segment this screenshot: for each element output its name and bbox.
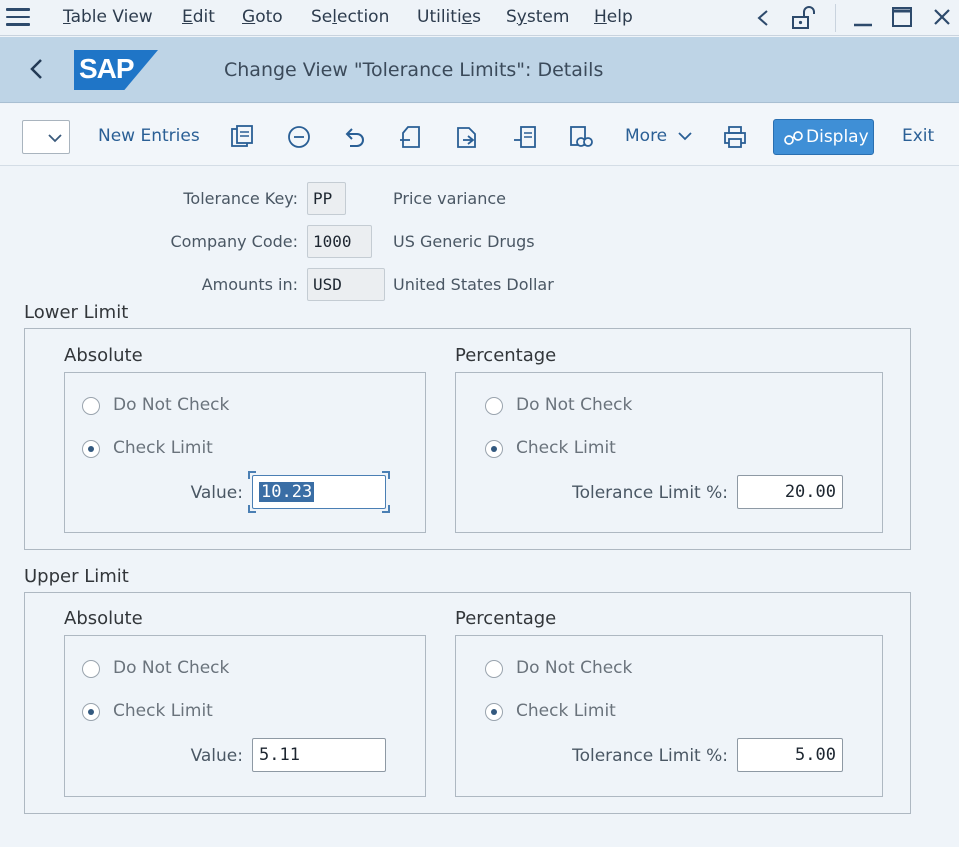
lower-absolute-value-label: Value: [190, 483, 243, 503]
back-icon[interactable] [28, 57, 44, 81]
lower-absolute-value-input[interactable]: 10.23 [252, 475, 386, 509]
lower-percentage-check-limit-label: Check Limit [516, 438, 616, 458]
menu-edit[interactable]: Edit [182, 7, 215, 27]
minimize-icon[interactable] [852, 8, 874, 28]
maximize-icon[interactable] [891, 6, 913, 28]
page-title: Change View "Tolerance Limits": Details [224, 59, 604, 81]
tolerance-key-field: PP [307, 182, 346, 215]
menubar-divider [835, 4, 836, 32]
next-entry-icon[interactable] [454, 124, 480, 150]
focus-indicator [382, 471, 390, 479]
unlock-icon[interactable] [790, 5, 816, 31]
glasses-icon [784, 131, 803, 145]
chevron-down-icon [677, 132, 692, 141]
display-button-label: Display [806, 127, 869, 147]
amounts-in-label: Amounts in: [201, 275, 298, 294]
lower-absolute-check-limit-radio[interactable] [82, 440, 100, 458]
lower-limit-title: Lower Limit [24, 302, 129, 323]
lower-absolute-title: Absolute [64, 345, 143, 366]
new-entries-button[interactable]: New Entries [98, 126, 200, 146]
upper-absolute-do-not-check-label: Do Not Check [113, 658, 230, 678]
currency-field: USD [307, 268, 385, 301]
lower-percentage-value-label: Tolerance Limit %: [572, 483, 728, 503]
company-code-description: US Generic Drugs [393, 232, 535, 251]
where-used-icon[interactable] [567, 124, 593, 150]
upper-percentage-check-limit-label: Check Limit [516, 701, 616, 721]
previous-entry-icon[interactable] [398, 124, 424, 150]
upper-limit-title: Upper Limit [24, 566, 129, 587]
company-code-label: Company Code: [170, 232, 298, 251]
menu-goto[interactable]: Goto [242, 7, 283, 27]
upper-percentage-title: Percentage [455, 608, 557, 629]
upper-absolute-check-limit-radio[interactable] [82, 703, 100, 721]
display-button[interactable]: Display [773, 119, 874, 155]
toolbar: New Entries More Display Exit [0, 104, 959, 166]
lower-percentage-do-not-check-label: Do Not Check [516, 395, 633, 415]
undo-icon[interactable] [342, 124, 368, 150]
menu-bar: Table View Edit Goto Selection Utilities… [0, 0, 959, 36]
print-icon[interactable] [722, 124, 748, 150]
upper-percentage-value-label: Tolerance Limit %: [572, 746, 728, 766]
tolerance-key-description: Price variance [393, 189, 506, 208]
menu-selection[interactable]: Selection [311, 7, 389, 27]
exit-button[interactable]: Exit [902, 126, 934, 146]
menu-table-view[interactable]: Table View [63, 7, 153, 27]
copy-as-icon[interactable] [229, 124, 255, 150]
menu-help[interactable]: Help [594, 7, 633, 27]
lower-absolute-value-text: 10.23 [259, 482, 315, 502]
more-button-label: More [625, 126, 668, 146]
lower-absolute-do-not-check-radio[interactable] [82, 397, 100, 415]
chevron-down-icon [48, 134, 62, 143]
sap-logo: SAP [74, 50, 158, 90]
upper-absolute-title: Absolute [64, 608, 143, 629]
lower-percentage-check-limit-radio[interactable] [485, 440, 503, 458]
upper-absolute-value-input[interactable]: 5.11 [252, 738, 386, 772]
company-code-field: 1000 [307, 225, 372, 258]
upper-percentage-value-input[interactable]: 5.00 [737, 738, 843, 772]
menu-utilities[interactable]: Utilities [417, 7, 481, 27]
more-button[interactable]: More [625, 126, 693, 146]
title-bar: SAP Change View "Tolerance Limits": Deta… [0, 37, 959, 103]
focus-indicator [248, 471, 256, 479]
chevron-left-icon[interactable] [756, 9, 770, 27]
transport-icon[interactable] [512, 124, 538, 150]
upper-percentage-do-not-check-radio[interactable] [485, 660, 503, 678]
upper-percentage-check-limit-radio[interactable] [485, 703, 503, 721]
tolerance-key-label: Tolerance Key: [183, 189, 298, 208]
menu-system[interactable]: System [506, 7, 569, 27]
lower-absolute-do-not-check-label: Do Not Check [113, 395, 230, 415]
close-icon[interactable] [932, 7, 952, 27]
delete-icon[interactable] [286, 124, 312, 150]
lower-absolute-check-limit-label: Check Limit [113, 438, 213, 458]
currency-description: United States Dollar [393, 275, 554, 294]
focus-indicator [382, 505, 390, 513]
lower-percentage-value-input[interactable]: 20.00 [737, 475, 843, 509]
sap-logo-text: SAP [79, 53, 135, 84]
upper-absolute-value-label: Value: [190, 746, 243, 766]
lower-percentage-title: Percentage [455, 345, 557, 366]
command-field-dropdown[interactable] [22, 120, 70, 154]
upper-percentage-do-not-check-label: Do Not Check [516, 658, 633, 678]
focus-indicator [248, 505, 256, 513]
hamburger-menu-icon[interactable] [6, 8, 30, 28]
upper-absolute-do-not-check-radio[interactable] [82, 660, 100, 678]
upper-absolute-check-limit-label: Check Limit [113, 701, 213, 721]
lower-percentage-do-not-check-radio[interactable] [485, 397, 503, 415]
